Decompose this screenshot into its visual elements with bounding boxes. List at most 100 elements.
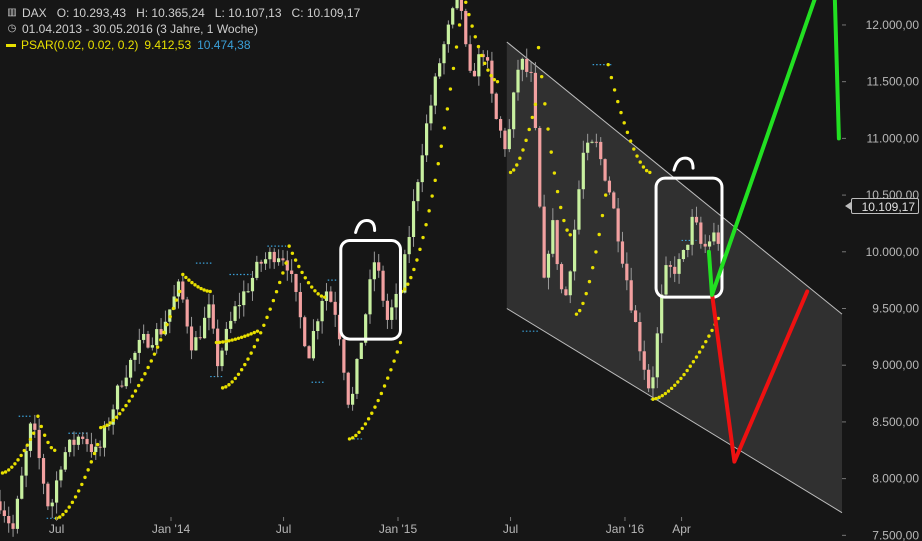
candle-up bbox=[681, 249, 686, 260]
candle-up bbox=[142, 333, 146, 340]
candle-down bbox=[594, 141, 598, 143]
x-tick-label: Jan '16 bbox=[606, 522, 645, 536]
legend-row-ohlc: ▥ DAX O: 10.293,43 H: 10.365,24 L: 10.10… bbox=[6, 5, 360, 21]
psar-dot bbox=[133, 389, 138, 393]
candle-up bbox=[451, 8, 455, 25]
psar-dot bbox=[202, 288, 206, 292]
psar-dot bbox=[143, 372, 147, 376]
candle-down bbox=[120, 385, 124, 387]
psar-dot bbox=[376, 398, 380, 403]
candle-down bbox=[385, 300, 390, 320]
psar-dot bbox=[199, 286, 203, 291]
psar-dot bbox=[187, 278, 191, 282]
psar-dot bbox=[467, 12, 471, 17]
candle-up bbox=[429, 105, 433, 124]
psar-dot bbox=[682, 372, 686, 377]
psar-dot bbox=[89, 460, 94, 464]
psar-dot bbox=[255, 338, 260, 342]
candle-up bbox=[63, 452, 67, 470]
psar-line-icon bbox=[6, 43, 16, 47]
candle-up bbox=[690, 216, 694, 245]
psar-dot bbox=[587, 279, 592, 284]
candle-down bbox=[629, 280, 633, 311]
candle-up bbox=[394, 293, 398, 308]
candle-up bbox=[707, 241, 712, 247]
candle-down bbox=[503, 130, 507, 150]
psar-dot bbox=[39, 424, 43, 429]
psar-dot bbox=[412, 267, 416, 272]
psar-dot bbox=[688, 364, 692, 368]
psar-dot bbox=[518, 156, 522, 160]
psar-dot bbox=[162, 330, 166, 335]
psar-dot bbox=[49, 445, 54, 450]
psar-dot bbox=[46, 440, 50, 445]
psar-dot bbox=[697, 350, 702, 354]
candle-down bbox=[612, 192, 616, 209]
psar-dot bbox=[86, 468, 90, 472]
psar-dot bbox=[350, 436, 355, 440]
candle-up bbox=[268, 251, 272, 260]
psar-dot bbox=[415, 258, 419, 262]
candle-up bbox=[546, 253, 551, 278]
psar-dot bbox=[347, 437, 352, 441]
psar-dot bbox=[395, 350, 399, 354]
psar-dot bbox=[268, 307, 272, 311]
psar-dot bbox=[476, 44, 481, 49]
psar-dot bbox=[149, 359, 153, 363]
psar-dot bbox=[492, 77, 497, 82]
psar-dot bbox=[533, 102, 538, 107]
dax-candlestick-chart: 7.500,00 8.000,00 8.500,00 9.000,00 9.500,00… bbox=[0, 0, 920, 541]
candle-up bbox=[442, 44, 446, 64]
candle-up bbox=[68, 439, 72, 453]
psar-dot bbox=[430, 194, 434, 198]
psar-dot bbox=[293, 258, 298, 262]
candle-up bbox=[263, 259, 268, 264]
psar-dot bbox=[701, 345, 705, 349]
candle-down bbox=[529, 71, 533, 73]
x-tick-label: Apr bbox=[672, 522, 691, 536]
psar-dot bbox=[591, 265, 595, 270]
psar-dot bbox=[102, 425, 106, 429]
psar-dot bbox=[243, 362, 247, 367]
candle-up bbox=[568, 271, 572, 296]
candle-up bbox=[433, 76, 437, 106]
psar-dot bbox=[673, 383, 677, 388]
head-arc bbox=[354, 218, 377, 234]
candle-up bbox=[420, 155, 424, 183]
psar-dot bbox=[559, 205, 563, 210]
candle-down bbox=[703, 243, 707, 247]
psar-dot bbox=[454, 45, 459, 49]
candle-up bbox=[320, 300, 324, 322]
legend-row-psar[interactable]: PSAR(0.02, 0.02, 0.2) 9.412,53 10.474,38 bbox=[6, 37, 360, 53]
psar-dot bbox=[165, 322, 169, 327]
candle-up bbox=[403, 254, 407, 293]
psar-dot bbox=[178, 289, 182, 294]
candle-down bbox=[89, 444, 94, 453]
candle-down bbox=[607, 180, 612, 193]
x-tick-label: Jul bbox=[276, 522, 291, 536]
psar-dot bbox=[710, 328, 714, 333]
psar-dot bbox=[252, 345, 257, 349]
psar-dot bbox=[638, 160, 642, 164]
psar-dot bbox=[366, 417, 371, 421]
candle-up bbox=[133, 352, 137, 360]
candle-down bbox=[290, 270, 294, 275]
psar-dot bbox=[622, 121, 626, 125]
legend-row-range: ◷ 01.04.2013 - 30.05.2016 (3 Jahre, 1 Wo… bbox=[6, 21, 360, 37]
psar-dot bbox=[373, 405, 377, 409]
legend-instrument: DAX bbox=[22, 6, 47, 20]
candle-up bbox=[202, 317, 207, 339]
y-tick-label: 11.500,00 bbox=[867, 75, 920, 89]
candle-up bbox=[590, 141, 594, 143]
candle-up bbox=[368, 279, 372, 315]
candle-down bbox=[198, 337, 202, 339]
candle-down bbox=[272, 251, 276, 263]
y-tick-label: 10.000,00 bbox=[866, 245, 920, 259]
psar-dot bbox=[243, 334, 247, 338]
candle-up bbox=[407, 236, 411, 255]
candle-down bbox=[298, 291, 302, 318]
psar-dot bbox=[386, 376, 390, 380]
candle-down bbox=[81, 436, 85, 439]
psar-dot bbox=[252, 330, 256, 335]
psar-dot bbox=[121, 408, 125, 412]
